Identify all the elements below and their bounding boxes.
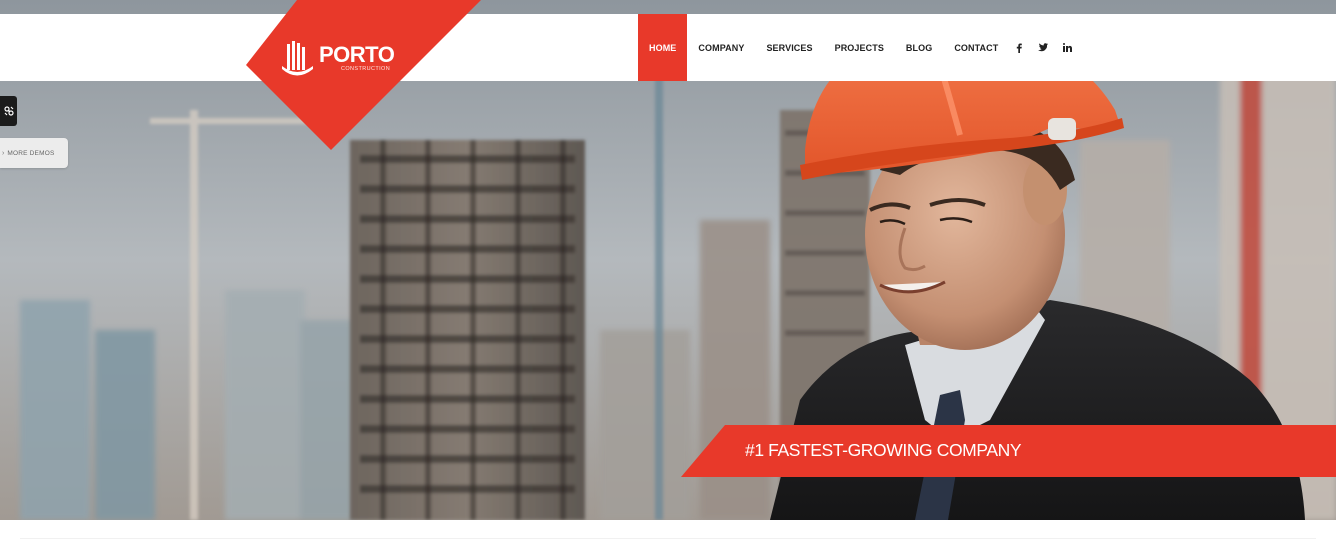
twitter-icon[interactable]	[1034, 39, 1052, 57]
social-links	[1010, 14, 1076, 81]
main-nav: HOME COMPANY SERVICES PROJECTS BLOG CONT…	[638, 14, 1009, 81]
building-icon	[282, 41, 313, 76]
facebook-icon[interactable]	[1010, 39, 1028, 57]
divider	[20, 538, 1316, 539]
nav-item-blog[interactable]: BLOG	[895, 14, 943, 81]
logo[interactable]	[240, 0, 490, 155]
more-demos-button[interactable]: › MORE DEMOS	[0, 138, 68, 168]
nav-item-home[interactable]: HOME	[638, 14, 688, 81]
nav-item-contact[interactable]: CONTACT	[943, 14, 1009, 81]
logo-tagline: CONSTRUCTION	[341, 66, 391, 72]
hero-banner-text: #1 FASTEST-GROWING COMPANY	[745, 440, 1022, 460]
site-header: HOME COMPANY SERVICES PROJECTS BLOG CONT…	[0, 14, 1336, 81]
logo-name: PORTO	[319, 42, 395, 67]
nav-item-company[interactable]: COMPANY	[687, 14, 755, 81]
demo-panel-toggle[interactable]	[0, 96, 17, 126]
chevron-left-icon: ›	[2, 149, 5, 157]
nav-item-projects[interactable]: PROJECTS	[824, 14, 895, 81]
gear-icon	[3, 106, 14, 116]
logo-diamond	[246, 0, 481, 150]
more-demos-label: MORE DEMOS	[7, 149, 55, 157]
linkedin-icon[interactable]	[1058, 39, 1076, 57]
nav-item-services[interactable]: SERVICES	[755, 14, 823, 81]
